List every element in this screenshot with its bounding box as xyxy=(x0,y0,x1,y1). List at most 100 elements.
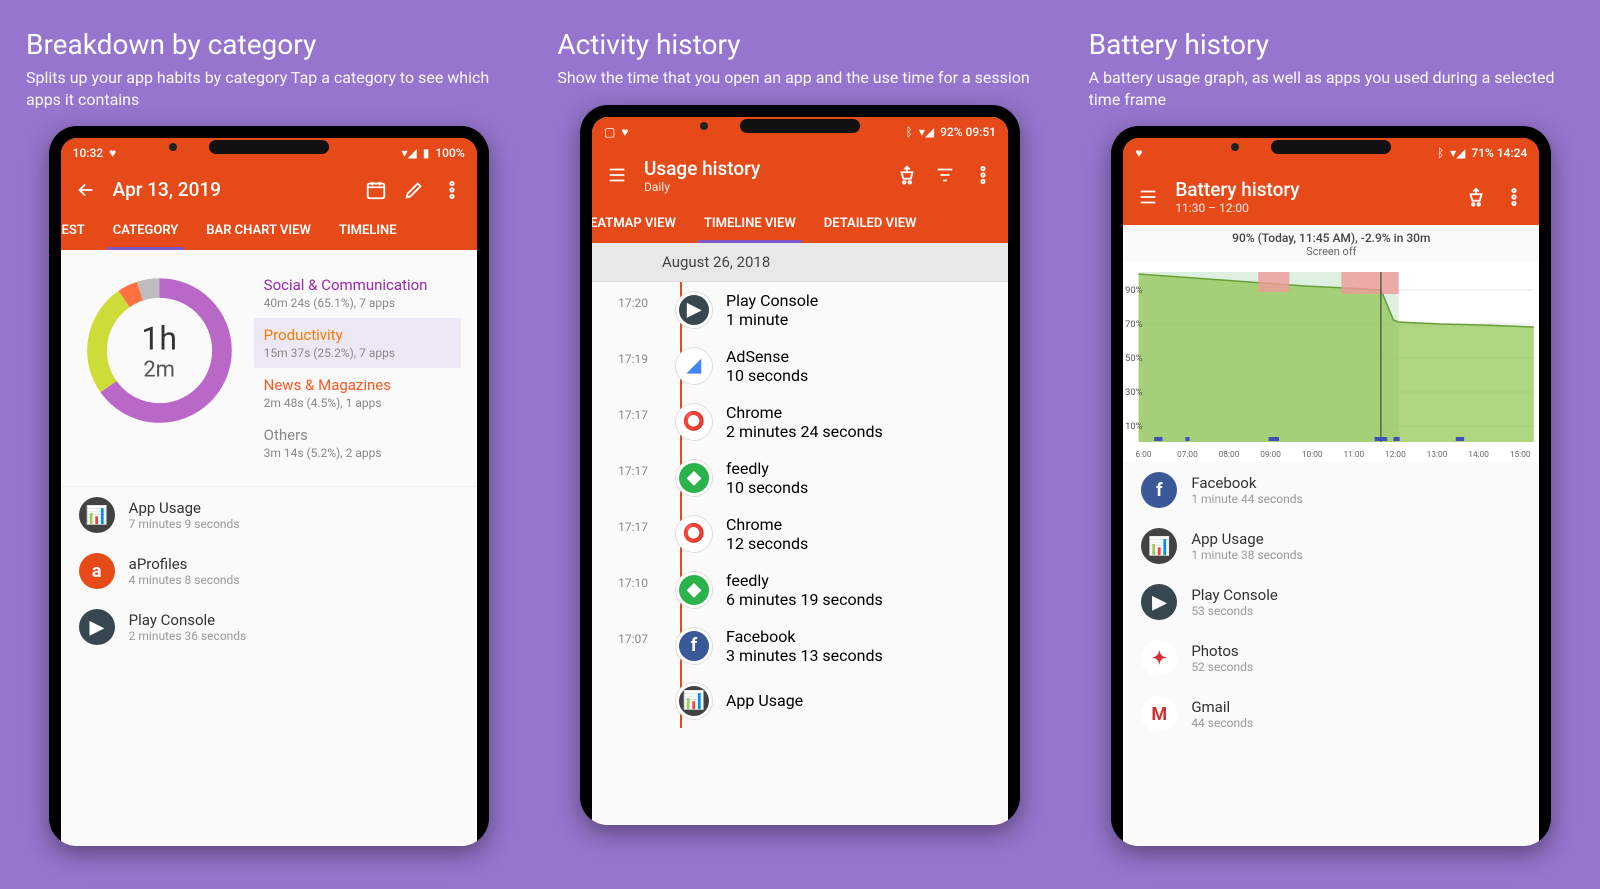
svg-text:09:00: 09:00 xyxy=(1261,449,1282,459)
back-icon[interactable] xyxy=(75,179,97,201)
category-stats: 3m 14s (5.2%), 2 apps xyxy=(264,446,451,460)
chart-sub: Screen off xyxy=(1123,245,1539,258)
app-name: Gmail xyxy=(1191,698,1253,716)
battery-icon: ▮ xyxy=(423,146,430,160)
category-name: News & Magazines xyxy=(264,376,451,394)
timeline-time: 17:17 xyxy=(608,408,648,422)
filter-icon[interactable] xyxy=(934,164,956,186)
tab-barchart[interactable]: BAR CHART VIEW xyxy=(192,211,325,250)
list-item[interactable]: 📊App Usage1 minute 38 seconds xyxy=(1123,518,1539,574)
app-sub: 7 minutes 9 seconds xyxy=(129,517,240,531)
menu-icon[interactable] xyxy=(606,164,628,186)
menu-icon[interactable] xyxy=(1137,186,1159,208)
app-sub: 10 seconds xyxy=(726,478,808,497)
category-item[interactable]: Others 3m 14s (5.2%), 2 apps xyxy=(254,418,461,468)
more-icon[interactable] xyxy=(1503,186,1525,208)
timeline-row[interactable]: 17:10◆feedly6 minutes 19 seconds xyxy=(660,562,1008,618)
svg-text:6:00: 6:00 xyxy=(1136,449,1152,459)
svg-text:90%: 90% xyxy=(1125,285,1143,296)
app-sub: 44 seconds xyxy=(1191,716,1253,730)
app-icon: ✦ xyxy=(1141,640,1177,676)
app-name: Play Console xyxy=(1191,586,1277,604)
timeline-row[interactable]: 17:07fFacebook3 minutes 13 seconds xyxy=(660,618,1008,674)
list-item[interactable]: 📊App Usage7 minutes 9 seconds xyxy=(61,487,477,543)
app-name: feedly xyxy=(726,459,808,478)
app-name: Chrome xyxy=(726,403,883,422)
battery-info: 71% 14:24 xyxy=(1471,146,1527,160)
phone-3: ♥ ᛒ▾◢71% 14:24 Battery history11:30 – 12… xyxy=(1111,126,1551,846)
app-icon: ⭕ xyxy=(676,404,712,440)
timeline-row[interactable]: 17:17◆feedly10 seconds xyxy=(660,450,1008,506)
app-name: Facebook xyxy=(1191,474,1302,492)
category-item[interactable]: News & Magazines2m 48s (4.5%), 1 apps xyxy=(254,368,461,418)
category-stats: 40m 24s (65.1%), 7 apps xyxy=(264,296,451,310)
app-name: feedly xyxy=(726,571,883,590)
app-icon: ▶ xyxy=(1141,584,1177,620)
category-name: Social & Communication xyxy=(264,276,451,294)
svg-text:50%: 50% xyxy=(1125,353,1143,364)
caption-desc: Show the time that you open an app and t… xyxy=(557,67,1042,89)
svg-text:12:00: 12:00 xyxy=(1385,449,1406,459)
timeline-row[interactable]: 17:17⭕Chrome2 minutes 24 seconds xyxy=(660,394,1008,450)
tab-gest[interactable]: GEST xyxy=(61,211,99,250)
date-header: August 26, 2018 xyxy=(592,243,1008,282)
app-bar: Apr 13, 2019 xyxy=(61,168,477,211)
tabs: GEST CATEGORY BAR CHART VIEW TIMELINE xyxy=(61,211,477,250)
svg-text:14:00: 14:00 xyxy=(1469,449,1490,459)
svg-text:30%: 30% xyxy=(1125,387,1143,398)
tab-heatmap[interactable]: EATMAP VIEW xyxy=(592,204,690,243)
tab-category[interactable]: CATEGORY xyxy=(99,211,192,250)
app-list: 📊App Usage7 minutes 9 secondsaaProfiles4… xyxy=(61,487,477,655)
tab-detailed[interactable]: DETAILED VIEW xyxy=(810,204,931,243)
wifi-icon: ▾◢ xyxy=(1450,146,1465,160)
category-name: Others xyxy=(264,426,451,444)
caption-desc: A battery usage graph, as well as apps y… xyxy=(1089,67,1574,110)
caption-3: Battery history A battery usage graph, a… xyxy=(1073,20,1590,126)
app-name: App Usage xyxy=(1191,530,1302,548)
list-item[interactable]: fFacebook1 minute 44 seconds xyxy=(1123,462,1539,518)
caption-2: Activity history Show the time that you … xyxy=(541,20,1058,105)
timeline-row[interactable]: 📊App Usage xyxy=(660,674,1008,728)
app-sub: 1 minute 44 seconds xyxy=(1191,492,1302,506)
cart-icon[interactable] xyxy=(896,164,918,186)
app-icon: a xyxy=(79,553,115,589)
timeline-row[interactable]: 17:17⭕Chrome12 seconds xyxy=(660,506,1008,562)
svg-text:70%: 70% xyxy=(1125,319,1143,330)
app-sub: 4 minutes 8 seconds xyxy=(129,573,240,587)
list-item[interactable]: M Gmail44 seconds xyxy=(1123,686,1539,742)
category-item[interactable]: Social & Communication 40m 24s (65.1%), 7… xyxy=(254,268,461,318)
list-item[interactable]: ▶Play Console2 minutes 36 seconds xyxy=(61,599,477,655)
wifi-icon: ▾◢ xyxy=(401,146,416,160)
caption-title: Activity history xyxy=(557,28,1042,61)
list-item[interactable]: aaProfiles4 minutes 8 seconds xyxy=(61,543,477,599)
timeline-row[interactable]: 17:20▶Play Console1 minute xyxy=(660,282,1008,338)
donut-hours: 1h xyxy=(141,319,177,357)
app-name: Chrome xyxy=(726,515,808,534)
app-sub: 2 minutes 24 seconds xyxy=(726,422,883,441)
battery-chart[interactable]: 90%70%50% 30%10% 6:0007:0008:00 09:0010:… xyxy=(1123,262,1539,462)
app-sub: 3 minutes 13 seconds xyxy=(726,646,883,665)
caption-1: Breakdown by category Splits up your app… xyxy=(10,20,527,126)
app-icon: 📊 xyxy=(1141,528,1177,564)
app-sub: 10 seconds xyxy=(726,366,808,385)
bluetooth-icon: ᛒ xyxy=(906,125,913,139)
cart-icon[interactable] xyxy=(1465,186,1487,208)
svg-text:07:00: 07:00 xyxy=(1177,449,1198,459)
app-icon: M xyxy=(1141,696,1177,732)
timeline-row[interactable]: 17:19◢AdSense10 seconds xyxy=(660,338,1008,394)
app-name: Facebook xyxy=(726,627,883,646)
edit-icon[interactable] xyxy=(403,179,425,201)
list-item[interactable]: ▶Play Console53 seconds xyxy=(1123,574,1539,630)
more-icon[interactable] xyxy=(441,179,463,201)
list-item[interactable]: ✦Photos52 seconds xyxy=(1123,630,1539,686)
svg-text:10%: 10% xyxy=(1125,421,1143,432)
tab-timeline[interactable]: TIMELINE xyxy=(325,211,411,250)
calendar-icon[interactable] xyxy=(365,179,387,201)
more-icon[interactable] xyxy=(972,164,994,186)
category-item[interactable]: Productivity15m 37s (25.2%), 7 apps xyxy=(254,318,461,368)
battery-info: 92% 09:51 xyxy=(940,125,996,139)
app-sub: 1 minute xyxy=(726,310,818,329)
tab-timeline[interactable]: TIMELINE VIEW xyxy=(690,204,810,243)
appbar-title: Battery history xyxy=(1175,178,1449,201)
category-stats: 15m 37s (25.2%), 7 apps xyxy=(264,346,451,360)
